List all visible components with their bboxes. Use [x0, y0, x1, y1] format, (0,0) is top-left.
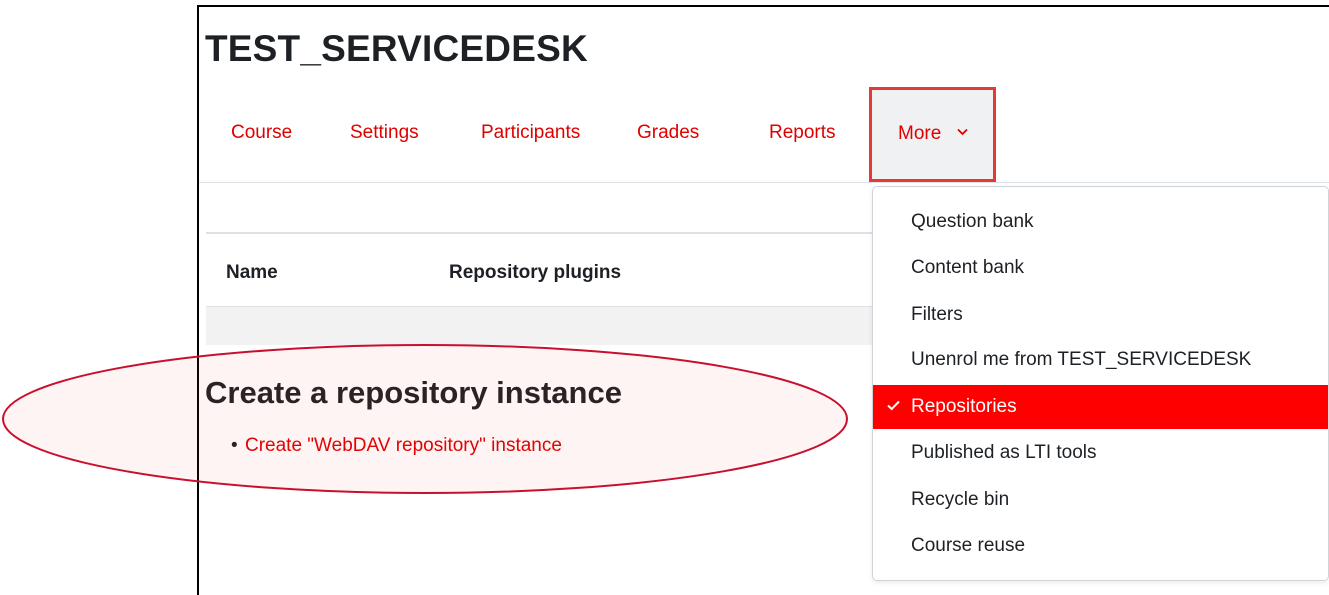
menu-item-question-bank[interactable]: Question bank	[873, 200, 1328, 244]
nav-more-button[interactable]: More	[869, 87, 996, 182]
chevron-down-icon	[957, 123, 968, 139]
list-item: Create "WebDAV repository" instance	[245, 435, 562, 457]
column-header-repository-plugins: Repository plugins	[449, 262, 622, 283]
menu-item-published-lti-tools[interactable]: Published as LTI tools	[873, 431, 1328, 475]
secondary-navigation: Course Settings Participants Grades Repo…	[199, 82, 1329, 183]
nav-course[interactable]: Course	[231, 122, 292, 144]
menu-item-repositories[interactable]: Repositories	[873, 385, 1328, 429]
menu-item-recycle-bin[interactable]: Recycle bin	[873, 478, 1328, 522]
more-dropdown-menu: Question bank Content bank Filters Unenr…	[872, 186, 1329, 581]
nav-reports[interactable]: Reports	[769, 122, 836, 144]
page-title: TEST_SERVICEDESK	[205, 28, 588, 69]
section-heading: Create a repository instance	[205, 375, 622, 410]
menu-item-filters[interactable]: Filters	[873, 293, 1328, 337]
checkmark-icon	[887, 396, 900, 416]
more-label: More	[898, 123, 942, 144]
create-instance-list: Create "WebDAV repository" instance	[245, 435, 562, 457]
menu-item-content-bank[interactable]: Content bank	[873, 246, 1328, 290]
nav-settings[interactable]: Settings	[350, 122, 419, 144]
nav-participants[interactable]: Participants	[481, 122, 580, 144]
create-webdav-instance-link[interactable]: Create "WebDAV repository" instance	[245, 435, 562, 456]
menu-item-unenrol[interactable]: Unenrol me from TEST_SERVICEDESK	[873, 338, 1328, 382]
menu-item-course-reuse[interactable]: Course reuse	[873, 524, 1328, 568]
column-header-name: Name	[226, 262, 278, 283]
nav-grades[interactable]: Grades	[637, 122, 699, 144]
